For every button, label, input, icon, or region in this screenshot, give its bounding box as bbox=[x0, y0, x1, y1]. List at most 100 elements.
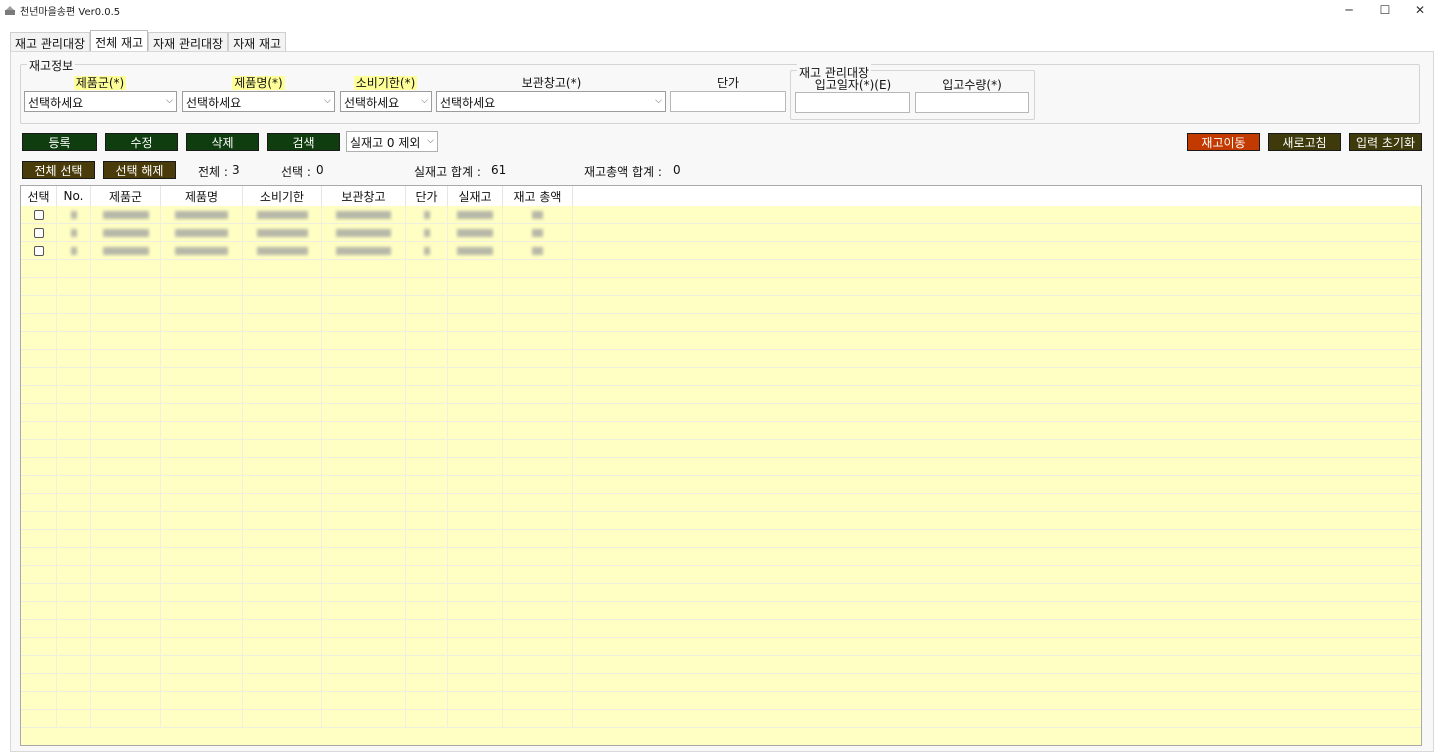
actual-stock-sum-value: 61 bbox=[491, 163, 507, 177]
product-group-label: 제품군(*) bbox=[73, 76, 127, 90]
table-row bbox=[21, 548, 1421, 566]
col-expiry[interactable]: 소비기한 bbox=[243, 186, 322, 206]
maximize-button[interactable]: ☐ bbox=[1367, 0, 1403, 20]
stock-filter-combo[interactable]: 실재고 0 제외 ⌵ bbox=[346, 131, 438, 152]
table-cell bbox=[503, 602, 573, 620]
search-button[interactable]: 검색 bbox=[267, 133, 340, 151]
table-row bbox=[21, 710, 1421, 728]
table-cell bbox=[243, 692, 322, 710]
col-no[interactable]: No. bbox=[57, 186, 91, 206]
tab-material-ledger[interactable]: 자재 관리대장 bbox=[148, 32, 229, 53]
table-cell bbox=[243, 440, 322, 458]
table-cell bbox=[243, 494, 322, 512]
receipt-qty-input[interactable] bbox=[915, 92, 1029, 113]
table-row[interactable] bbox=[21, 242, 1421, 260]
table-cell bbox=[322, 386, 406, 404]
table-cell bbox=[406, 530, 448, 548]
table-cell bbox=[57, 602, 91, 620]
table-row[interactable] bbox=[21, 206, 1421, 224]
table-cell bbox=[448, 530, 503, 548]
col-warehouse[interactable]: 보관창고 bbox=[322, 186, 406, 206]
table-row bbox=[21, 314, 1421, 332]
table-row bbox=[21, 368, 1421, 386]
table-cell bbox=[161, 674, 243, 692]
table-cell bbox=[406, 458, 448, 476]
table-cell bbox=[21, 260, 57, 278]
col-select[interactable]: 선택 bbox=[21, 186, 57, 206]
table-cell bbox=[57, 638, 91, 656]
col-product-group[interactable]: 제품군 bbox=[91, 186, 161, 206]
table-cell bbox=[503, 476, 573, 494]
table-row bbox=[21, 566, 1421, 584]
receipt-date-input[interactable] bbox=[795, 92, 910, 113]
title-bar: 천년마을송편 Ver0.0.5 ─ ☐ ✕ bbox=[0, 0, 1436, 20]
table-cell-filler bbox=[573, 584, 1421, 602]
unit-price-input[interactable] bbox=[670, 91, 786, 112]
table-cell bbox=[322, 548, 406, 566]
tab-stock-ledger[interactable]: 재고 관리대장 bbox=[10, 32, 91, 53]
table-cell bbox=[161, 512, 243, 530]
table-cell bbox=[161, 620, 243, 638]
table-cell bbox=[57, 620, 91, 638]
table-cell bbox=[503, 368, 573, 386]
table-cell-filler bbox=[573, 620, 1421, 638]
table-cell bbox=[57, 674, 91, 692]
col-unit-price[interactable]: 단가 bbox=[406, 186, 448, 206]
table-cell bbox=[161, 260, 243, 278]
table-cell bbox=[91, 620, 161, 638]
tab-total-stock[interactable]: 전체 재고 bbox=[90, 30, 149, 53]
table-cell bbox=[243, 260, 322, 278]
refresh-button[interactable]: 새로고침 bbox=[1268, 133, 1341, 151]
table-row bbox=[21, 620, 1421, 638]
table-cell bbox=[322, 404, 406, 422]
table-cell bbox=[161, 278, 243, 296]
table-row[interactable] bbox=[21, 224, 1421, 242]
col-stock-amount[interactable]: 재고 총액 bbox=[503, 186, 573, 206]
table-cell bbox=[161, 530, 243, 548]
table-cell bbox=[91, 260, 161, 278]
table-cell bbox=[21, 710, 57, 728]
table-cell bbox=[161, 710, 243, 728]
close-button[interactable]: ✕ bbox=[1402, 0, 1436, 20]
expiry-combo[interactable]: 선택하세요 ⌵ bbox=[340, 91, 432, 112]
move-stock-button[interactable]: 재고이동 bbox=[1187, 133, 1260, 151]
table-row bbox=[21, 674, 1421, 692]
product-name-combo[interactable]: 선택하세요 ⌵ bbox=[182, 91, 335, 112]
table-cell bbox=[406, 566, 448, 584]
table-cell bbox=[503, 386, 573, 404]
table-cell bbox=[21, 494, 57, 512]
reset-input-button[interactable]: 입력 초기화 bbox=[1349, 133, 1422, 151]
obscured-cell-content bbox=[336, 229, 391, 237]
col-actual-stock[interactable]: 실재고 bbox=[448, 186, 503, 206]
delete-button[interactable]: 삭제 bbox=[186, 133, 259, 151]
table-cell-filler bbox=[573, 566, 1421, 584]
minimize-button[interactable]: ─ bbox=[1331, 0, 1367, 20]
edit-button[interactable]: 수정 bbox=[105, 133, 178, 151]
table-cell bbox=[57, 242, 91, 260]
grid-header: 선택 No. 제품군 제품명 소비기한 보관창고 단가 실재고 재고 총액 bbox=[21, 186, 1421, 206]
row-checkbox[interactable] bbox=[33, 228, 44, 238]
table-cell bbox=[322, 332, 406, 350]
row-checkbox[interactable] bbox=[33, 210, 44, 220]
warehouse-combo[interactable]: 선택하세요 ⌵ bbox=[436, 91, 666, 112]
row-checkbox[interactable] bbox=[33, 246, 44, 256]
col-product-name[interactable]: 제품명 bbox=[161, 186, 243, 206]
table-cell bbox=[21, 584, 57, 602]
table-cell bbox=[448, 278, 503, 296]
table-cell bbox=[503, 548, 573, 566]
deselect-button[interactable]: 선택 해제 bbox=[103, 161, 176, 179]
obscured-cell-content bbox=[70, 247, 77, 255]
table-cell bbox=[21, 350, 57, 368]
table-cell bbox=[243, 332, 322, 350]
stock-grid[interactable]: 선택 No. 제품군 제품명 소비기한 보관창고 단가 실재고 재고 총액 bbox=[20, 185, 1422, 746]
product-group-combo[interactable]: 선택하세요 ⌵ bbox=[24, 91, 177, 112]
register-button[interactable]: 등록 bbox=[22, 133, 97, 151]
col-filler bbox=[573, 186, 1421, 206]
table-cell bbox=[322, 620, 406, 638]
table-cell bbox=[322, 710, 406, 728]
table-cell bbox=[322, 440, 406, 458]
table-cell bbox=[406, 476, 448, 494]
table-cell bbox=[91, 458, 161, 476]
tab-material-stock[interactable]: 자재 재고 bbox=[228, 32, 287, 53]
select-all-button[interactable]: 전체 선택 bbox=[22, 161, 95, 179]
